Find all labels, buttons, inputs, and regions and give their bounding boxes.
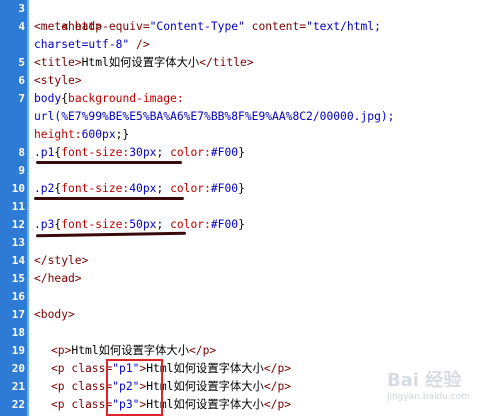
code-token: background-image: [68,92,184,105]
code-line: .p3{font-size:50px; color:#F00} [34,216,245,234]
code-line: <style> [34,72,82,90]
code-token: Html如何设置字体大小 [81,56,200,69]
code-line: <p class="p3">Html如何设置字体大小</p> [51,396,291,414]
code-line: url(%E7%99%BE%E5%BA%A6%E7%BB%8F%E9%AA%8C… [34,108,394,126]
line-number: 10 [11,182,25,195]
code-token: url(%E7%99%BE%E5%BA%A6%E7%BB%8F%E9%AA%8C… [34,110,395,123]
code-token: <p [51,362,72,375]
watermark-url: jingyan.baidu.com [386,392,470,402]
code-token: .p3 [34,218,55,231]
code-token: </p> [263,362,292,375]
line-number: 19 [11,344,25,357]
line-number: 22 [11,398,25,411]
code-token: </head> [34,272,82,285]
code-token: color: [170,146,211,159]
code-token: </style> [34,254,89,267]
line-number: 13 [11,236,25,249]
code-line: <body> [34,306,75,324]
code-token: </title> [199,56,254,69]
line-number: 11 [11,200,25,213]
code-token: .p2 [34,182,55,195]
line-number: 14 [11,254,25,267]
code-token: #F00 [210,182,239,195]
code-token: #F00 [210,218,239,231]
code-token: 40px [129,182,157,195]
line-number: 16 [11,290,25,303]
code-editor[interactable]: <head> <meta http-equiv="Content-Type" c… [31,0,480,416]
line-number: 9 [18,164,25,177]
line-number: 7 [18,92,25,105]
code-line: </head> [34,270,82,288]
code-token: ; [156,146,171,159]
code-token: 30px [129,146,157,159]
code-token: color: [170,182,211,195]
underline-annotation [34,197,184,200]
code-token: <p [51,398,72,411]
code-line: <head> [34,0,102,33]
line-number: 4 [18,20,25,33]
code-token: body [34,92,62,105]
gutter-separator [27,0,29,416]
code-line: charset=utf-8" /> [34,36,150,54]
code-token: "Content-Type" [149,20,245,33]
watermark: Bai 经验 jingyan.baidu.com [387,366,470,402]
line-number: 8 [18,146,25,159]
code-token: ;} [115,128,130,141]
code-line: <title>Html如何设置字体大小</title> [34,54,254,72]
code-line: body{background-image: [34,90,184,108]
code-token: } [238,146,245,159]
code-token: </p> [263,398,292,411]
code-token: Html如何设置字体大小 [71,344,189,357]
code-token: content= [244,20,307,33]
code-token: ; [156,218,171,231]
code-token: /> [129,38,150,51]
highlight-box [106,359,163,416]
code-line: <p class="p1">Html如何设置字体大小</p> [51,360,291,378]
code-token: } [238,182,245,195]
code-token: #F00 [210,146,239,159]
code-token: </p> [263,380,292,393]
code-line: .p2{font-size:40px; color:#F00} [34,180,245,198]
line-number: 5 [18,56,25,69]
code-token: Html如何设置字体大小 [146,380,264,393]
line-number: 12 [11,218,25,231]
code-token: <p [51,380,72,393]
code-token: { [61,92,69,105]
line-number: 21 [11,380,25,393]
code-token: height: [34,128,82,141]
code-token: <style> [34,74,82,87]
code-token: <title> [34,56,82,69]
code-token: } [238,218,245,231]
code-token: </p> [189,344,217,357]
line-number: 3 [18,2,25,15]
code-token: <body> [34,308,75,321]
code-token: ; [156,182,171,195]
line-number: 20 [11,362,25,375]
code-token: font-size: [61,146,130,159]
code-token: 50px [129,218,157,231]
code-line: height:600px;} [34,126,129,144]
code-line: <meta http-equiv="Content-Type" content=… [34,18,381,36]
code-line: <p class="p2">Html如何设置字体大小</p> [51,378,291,396]
code-token: font-size: [61,182,130,195]
line-number: 15 [11,272,25,285]
code-line: <p>Html如何设置字体大小</p> [51,342,216,360]
watermark-logo-text: Bai 经验 [386,370,462,391]
code-token: .p1 [34,146,55,159]
code-token: color: [170,218,211,231]
underline-annotation [36,161,182,164]
code-token: Html如何设置字体大小 [146,362,264,375]
code-token: charset=utf-8" [34,38,130,51]
code-token: <meta http-equiv= [34,20,150,33]
code-token: 600px [81,128,116,141]
code-line: </style> [34,252,88,270]
code-token: Html如何设置字体大小 [146,398,264,411]
code-token: "text/html; [306,20,381,33]
line-number: 18 [11,326,25,339]
code-line: .p1{font-size:30px; color:#F00} [34,144,245,162]
line-number: 6 [18,74,25,87]
code-token: font-size: [61,218,130,231]
code-token: <p> [51,344,72,357]
line-number: 17 [11,308,25,321]
